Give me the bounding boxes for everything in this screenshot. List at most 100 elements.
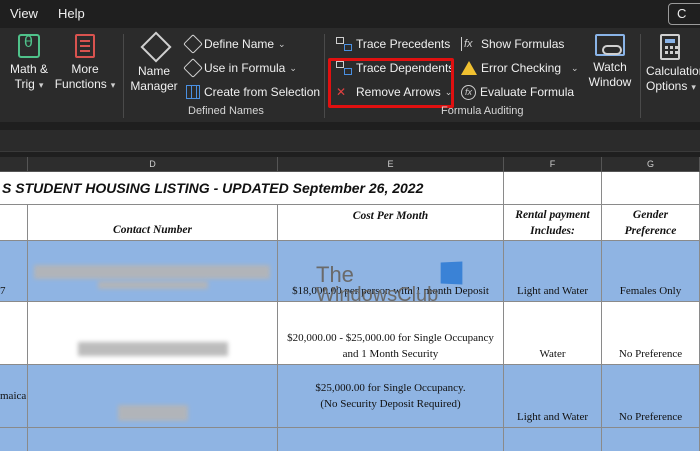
header-gender-line-1: Gender xyxy=(632,208,669,221)
defined-names-group-label: Defined Names xyxy=(188,105,264,117)
rental-cell[interactable]: Light and Water xyxy=(504,365,602,427)
more-functions-button[interactable]: More Functions ▾ xyxy=(54,34,116,93)
empty-cell[interactable] xyxy=(278,428,504,451)
watch-window-label-2: Window xyxy=(588,75,632,89)
chevron-down-icon: ⌄ xyxy=(571,62,579,73)
contact-cell-redacted[interactable] xyxy=(28,241,278,301)
trace-precedents-label: Trace Precedents xyxy=(356,37,451,51)
rental-cell[interactable]: Light and Water xyxy=(504,241,602,301)
chevron-down-icon: ▾ xyxy=(38,80,44,90)
header-rental-line-2: Includes: xyxy=(530,224,575,237)
watermark: The WindowsClub xyxy=(316,261,466,314)
cost-line-2: (No Security Deposit Required) xyxy=(320,398,461,410)
math-trig-icon xyxy=(18,34,40,58)
cost-line-1: $25,000.00 for Single Occupancy. xyxy=(315,382,466,394)
watch-window-button[interactable]: Watch Window xyxy=(584,34,636,90)
empty-cell[interactable] xyxy=(602,428,700,451)
chevron-down-icon: ⌄ xyxy=(289,62,297,73)
table-row xyxy=(0,428,700,451)
formula-bar[interactable] xyxy=(0,130,700,152)
remove-arrows-icon: ✕ xyxy=(336,85,347,99)
location-cell[interactable] xyxy=(0,302,28,364)
empty-cell[interactable] xyxy=(0,205,28,240)
use-in-formula-button[interactable]: Use in Formula ⌄ xyxy=(183,58,297,78)
copilot-label: C xyxy=(677,6,687,21)
copilot-button[interactable]: C xyxy=(668,3,700,25)
trace-precedents-icon xyxy=(336,37,352,51)
cost-line-2: and 1 Month Security xyxy=(342,348,439,360)
more-functions-label-1: More xyxy=(71,62,99,76)
header-cost-per-month[interactable]: Cost Per Month xyxy=(278,205,504,240)
title-cell[interactable]: S STUDENT HOUSING LISTING - UPDATED Sept… xyxy=(0,172,504,204)
cost-line-1: $20,000.00 - $25,000.00 for Single Occup… xyxy=(287,332,494,344)
menu-bar: View Help C xyxy=(0,0,700,28)
header-rental-payment[interactable]: Rental payment Includes: xyxy=(504,205,602,240)
chevron-down-icon: ⌄ xyxy=(444,86,453,97)
ribbon-separator xyxy=(640,34,641,118)
menu-view[interactable]: View xyxy=(0,0,48,28)
empty-cell[interactable] xyxy=(504,428,602,451)
column-header-d[interactable]: D xyxy=(28,157,278,172)
formula-auditing-group-label: Formula Auditing xyxy=(441,105,524,117)
title-row: S STUDENT HOUSING LISTING - UPDATED Sept… xyxy=(0,172,700,205)
cost-cell[interactable]: $25,000.00 for Single Occupancy. (No Sec… xyxy=(278,365,504,427)
calculation-options-label-2: Options xyxy=(646,79,688,93)
column-header-g[interactable]: G xyxy=(602,157,700,172)
chevron-down-icon: ⌄ xyxy=(278,38,286,49)
warning-icon xyxy=(461,61,477,75)
column-header-f[interactable]: F xyxy=(504,157,602,172)
more-functions-label-2: Functions xyxy=(54,77,107,91)
header-row: Contact Number Cost Per Month Rental pay… xyxy=(0,205,700,241)
more-functions-icon xyxy=(75,34,95,58)
header-gender-preference[interactable]: Gender Preference xyxy=(602,205,700,240)
name-manager-button[interactable]: Name Manager xyxy=(128,34,180,94)
ribbon-separator xyxy=(324,34,325,118)
empty-cell[interactable] xyxy=(602,172,700,204)
define-name-label: Define Name xyxy=(204,37,275,51)
contact-cell-redacted[interactable] xyxy=(28,365,278,427)
create-from-selection-icon xyxy=(186,85,200,99)
error-checking-label: Error Checking xyxy=(481,61,562,75)
empty-cell[interactable] xyxy=(504,172,602,204)
gender-cell[interactable]: Females Only xyxy=(602,241,700,301)
chevron-down-icon: ▾ xyxy=(110,80,116,90)
show-formulas-button[interactable]: fx Show Formulas xyxy=(461,34,564,54)
column-headers: D E F G xyxy=(0,157,700,172)
evaluate-formula-label: Evaluate Formula xyxy=(480,85,575,99)
location-cell[interactable]: maica xyxy=(0,365,28,427)
show-formulas-label: Show Formulas xyxy=(481,37,565,51)
header-contact-number[interactable]: Contact Number xyxy=(28,205,278,240)
rental-cell[interactable]: Water xyxy=(504,302,602,364)
contact-cell-redacted[interactable] xyxy=(28,302,278,364)
name-manager-icon xyxy=(141,34,167,60)
error-checking-button[interactable]: Error Checking ⌄ xyxy=(461,58,579,78)
evaluate-formula-button[interactable]: fx Evaluate Formula xyxy=(461,82,574,102)
chevron-down-icon: ▾ xyxy=(691,82,696,92)
header-gender-line-2: Preference xyxy=(624,224,677,237)
menu-help[interactable]: Help xyxy=(48,0,95,28)
trace-precedents-button[interactable]: Trace Precedents xyxy=(336,34,450,54)
empty-cell[interactable] xyxy=(0,428,28,451)
gender-cell[interactable]: No Preference xyxy=(602,365,700,427)
column-header-e[interactable]: E xyxy=(278,157,504,172)
math-trig-button[interactable]: Math & Trig▾ xyxy=(6,34,52,93)
remove-arrows-button[interactable]: ✕ Remove Arrows ⌄ xyxy=(336,82,452,102)
math-trig-label-2: Trig xyxy=(14,77,35,91)
define-name-button[interactable]: Define Name ⌄ xyxy=(183,34,286,54)
create-from-selection-button[interactable]: Create from Selection xyxy=(186,82,320,102)
ribbon-gap xyxy=(0,122,700,130)
watermark-logo-icon xyxy=(440,261,463,285)
name-manager-label-2: Manager xyxy=(130,79,178,93)
calculator-icon xyxy=(660,34,680,60)
remove-arrows-label: Remove Arrows xyxy=(356,85,441,99)
gender-cell[interactable]: No Preference xyxy=(602,302,700,364)
location-cell[interactable]: 7 xyxy=(0,241,28,301)
redacted-blur xyxy=(118,405,188,421)
redacted-blur xyxy=(34,265,270,279)
column-header-c[interactable] xyxy=(0,157,28,172)
evaluate-formula-icon: fx xyxy=(461,84,476,100)
empty-cell[interactable] xyxy=(28,428,278,451)
ribbon: Math & Trig▾ More Functions▾ Name Manage… xyxy=(0,28,700,122)
calculation-options-button[interactable]: Calculation Options ▾ xyxy=(646,34,700,95)
ribbon-separator xyxy=(123,34,124,118)
